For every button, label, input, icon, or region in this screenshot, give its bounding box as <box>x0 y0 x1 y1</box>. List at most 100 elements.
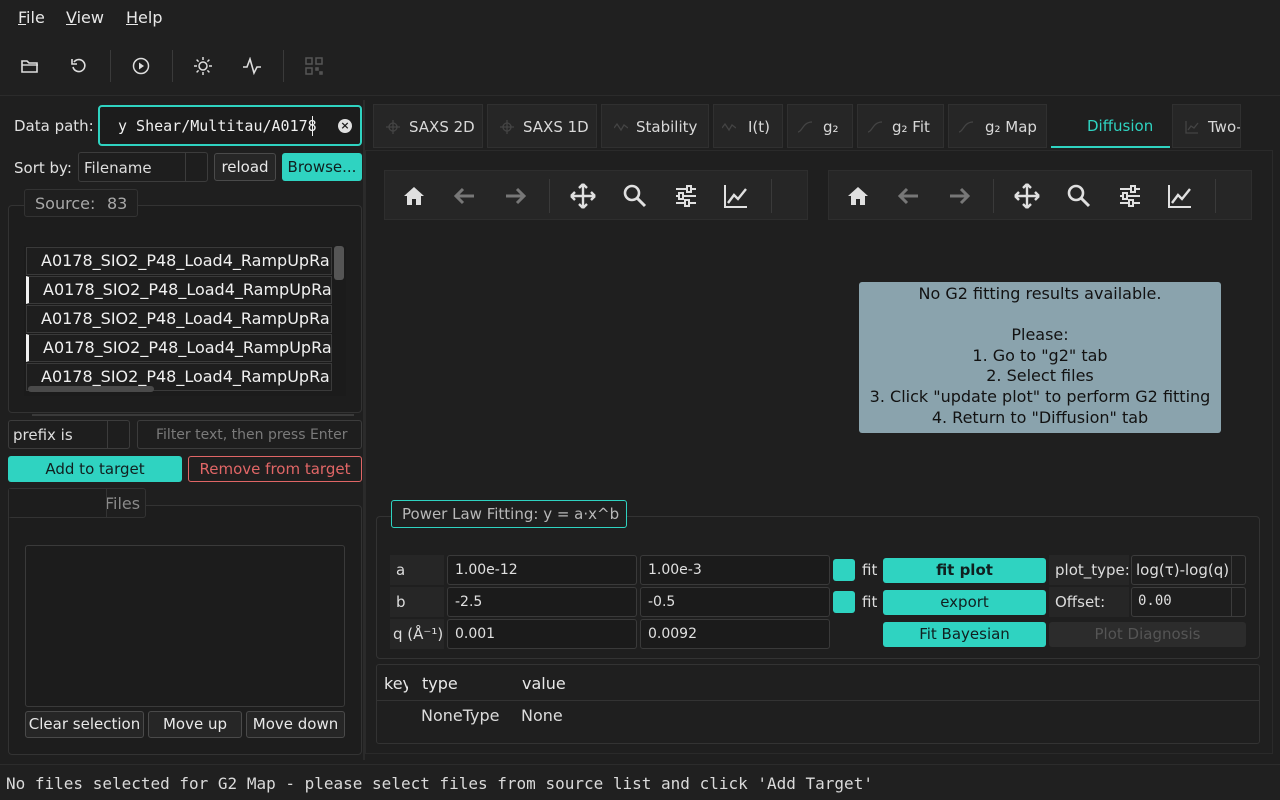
qr-icon[interactable] <box>299 51 329 81</box>
status-text: No files selected for G2 Map - please se… <box>6 774 873 793</box>
menu-bar: File View Help <box>0 0 1280 36</box>
plot-type-label: plot_type: <box>1049 555 1130 585</box>
fit-bayesian-button[interactable]: Fit Bayesian <box>883 622 1046 647</box>
param-a-label: a <box>390 555 444 585</box>
pan-icon[interactable] <box>570 183 596 209</box>
column-header-type[interactable]: type <box>422 674 458 693</box>
filter-mode-value: prefix is <box>13 426 73 444</box>
sort-select[interactable]: Filename <box>78 152 208 182</box>
q-max-input[interactable]: 0.0092 <box>640 619 830 649</box>
offset-spinbox[interactable]: 0.00 <box>1131 587 1246 617</box>
chevron-down-icon <box>185 153 207 181</box>
b-max-input[interactable]: -0.5 <box>640 587 830 617</box>
no-results-message: No G2 fitting results available. Please:… <box>859 282 1221 433</box>
sort-label: Sort by: <box>14 159 72 177</box>
crosshair-icon <box>386 120 400 134</box>
list-item[interactable]: A0178_SIO2_P48_Load4_RampUpRampDown <box>26 305 332 333</box>
text-cursor <box>312 116 313 136</box>
sort-value: Filename <box>84 159 152 177</box>
column-header-value[interactable]: value <box>522 674 566 693</box>
menu-view[interactable]: View <box>66 8 104 27</box>
offset-label: Offset: <box>1049 587 1129 617</box>
filter-mode-select[interactable]: prefix is <box>8 420 130 449</box>
clear-selection-button[interactable]: Clear selection <box>25 711 144 738</box>
q-min-input[interactable]: 0.001 <box>447 619 637 649</box>
tab-g2-map[interactable]: g₂ Map <box>948 104 1047 148</box>
fit-a-checkbox[interactable] <box>833 559 855 581</box>
plot-type-value: log(τ)-log(q) <box>1136 561 1230 579</box>
spin-arrows-icon <box>1231 588 1245 616</box>
forward-arrow-icon[interactable] <box>502 183 528 209</box>
fit-a-label: fit <box>862 561 878 579</box>
param-q-label: q (Å⁻¹) <box>390 619 444 649</box>
move-down-button[interactable]: Move down <box>246 711 345 738</box>
reload-button[interactable]: reload <box>214 153 276 181</box>
fit-b-label: fit <box>862 593 878 611</box>
tab-saxs-2d[interactable]: SAXS 2D <box>373 104 483 148</box>
a-min-input[interactable]: 1.00e-12 <box>447 555 637 585</box>
param-b-label: b <box>390 587 444 617</box>
filter-placeholder: Filter text, then press Enter <box>156 427 348 443</box>
source-count: 83 <box>107 194 128 213</box>
source-list[interactable]: A0178_SIO2_P48_Load4_RampUpRampDown A017… <box>24 246 346 396</box>
sun-icon[interactable] <box>188 51 218 81</box>
wave-icon <box>614 122 628 132</box>
remove-from-target-button[interactable]: Remove from target <box>188 456 362 482</box>
pulse-icon[interactable] <box>237 51 267 81</box>
browse-button[interactable]: Browse... <box>282 153 362 181</box>
tab-saxs-1d[interactable]: SAXS 1D <box>487 104 597 148</box>
tab-g2[interactable]: g₂ <box>787 104 853 148</box>
export-button[interactable]: export <box>883 590 1046 615</box>
data-path-value: y Shear/Multitau/A0178 <box>118 117 317 135</box>
table-cell-value: None <box>521 706 563 725</box>
back-arrow-icon[interactable] <box>452 183 478 209</box>
tab-stability[interactable]: Stability <box>601 104 709 148</box>
refresh-icon[interactable] <box>64 51 94 81</box>
folder-open-icon[interactable] <box>15 51 45 81</box>
forward-arrow-icon[interactable] <box>946 183 972 209</box>
list-item[interactable]: A0178_SIO2_P48_Load4_RampUpRampDown <box>26 334 332 362</box>
b-min-input[interactable]: -2.5 <box>447 587 637 617</box>
sliders-icon[interactable] <box>673 183 699 209</box>
curve-icon <box>868 121 882 133</box>
chart-edit-icon[interactable] <box>1167 183 1193 209</box>
target-list[interactable] <box>25 545 345 707</box>
clear-icon[interactable]: × <box>338 119 352 133</box>
tab-intensity-time[interactable]: I(t) <box>713 104 783 148</box>
chart-edit-icon[interactable] <box>723 183 749 209</box>
list-item[interactable]: A0178_SIO2_P48_Load4_RampUpRampDown <box>26 247 332 275</box>
list-item[interactable]: A0178_SIO2_P48_Load4_RampUpRampDown <box>26 276 332 304</box>
source-title: Source: 83 <box>24 189 138 217</box>
splitter-handle[interactable] <box>32 414 354 416</box>
add-to-target-button[interactable]: Add to target <box>8 456 182 482</box>
tab-two-time[interactable]: Two- <box>1172 104 1241 148</box>
menu-file[interactable]: File <box>18 8 45 27</box>
back-arrow-icon[interactable] <box>896 183 922 209</box>
a-max-input[interactable]: 1.00e-3 <box>640 555 830 585</box>
vertical-scrollbar[interactable] <box>334 246 344 280</box>
zoom-icon[interactable] <box>1066 183 1092 209</box>
horizontal-scrollbar[interactable] <box>28 386 154 392</box>
sliders-icon[interactable] <box>1117 183 1143 209</box>
data-path-input[interactable]: y Shear/Multitau/A0178 × <box>98 105 362 146</box>
info-table <box>376 664 1260 744</box>
home-icon[interactable] <box>401 183 427 209</box>
plot-diagnosis-button[interactable]: Plot Diagnosis <box>1049 622 1246 647</box>
play-icon[interactable] <box>126 51 156 81</box>
pan-icon[interactable] <box>1014 183 1040 209</box>
fit-plot-button[interactable]: fit plot <box>883 558 1046 583</box>
zoom-icon[interactable] <box>622 183 648 209</box>
fit-b-checkbox[interactable] <box>833 591 855 613</box>
column-header-key[interactable]: key <box>384 674 408 693</box>
curve-icon <box>798 121 812 133</box>
menu-help[interactable]: Help <box>126 8 162 27</box>
crosshair-icon <box>500 120 514 134</box>
move-up-button[interactable]: Move up <box>148 711 242 738</box>
home-icon[interactable] <box>845 183 871 209</box>
plot-toolbar-left <box>384 170 808 220</box>
filter-input[interactable]: Filter text, then press Enter <box>137 420 362 449</box>
plot-type-select[interactable]: log(τ)-log(q) <box>1131 555 1246 585</box>
tab-g2-fit[interactable]: g₂ Fit <box>857 104 944 148</box>
data-path-label: Data path: <box>14 117 94 135</box>
tab-diffusion[interactable]: Diffusion <box>1051 104 1170 148</box>
